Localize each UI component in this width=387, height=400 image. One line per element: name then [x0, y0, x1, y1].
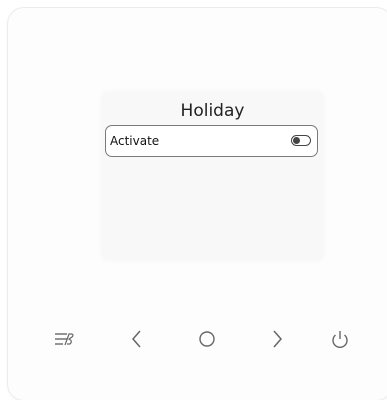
chevron-right-icon [273, 330, 282, 348]
select-button[interactable] [192, 326, 222, 352]
activate-row[interactable]: Activate [105, 125, 318, 157]
back-button[interactable] [122, 326, 152, 352]
menu-button[interactable] [48, 326, 78, 352]
power-button[interactable] [325, 326, 355, 352]
activate-label: Activate [110, 134, 160, 148]
next-button[interactable] [262, 326, 292, 352]
chevron-left-icon [132, 330, 141, 348]
display-screen: Holiday Activate [102, 92, 323, 260]
menu-icon [55, 333, 74, 346]
toggle-knob [293, 137, 300, 144]
power-icon [332, 331, 348, 349]
screen-title: Holiday [180, 101, 245, 121]
activate-toggle[interactable] [291, 135, 311, 146]
circle-icon [199, 331, 215, 347]
